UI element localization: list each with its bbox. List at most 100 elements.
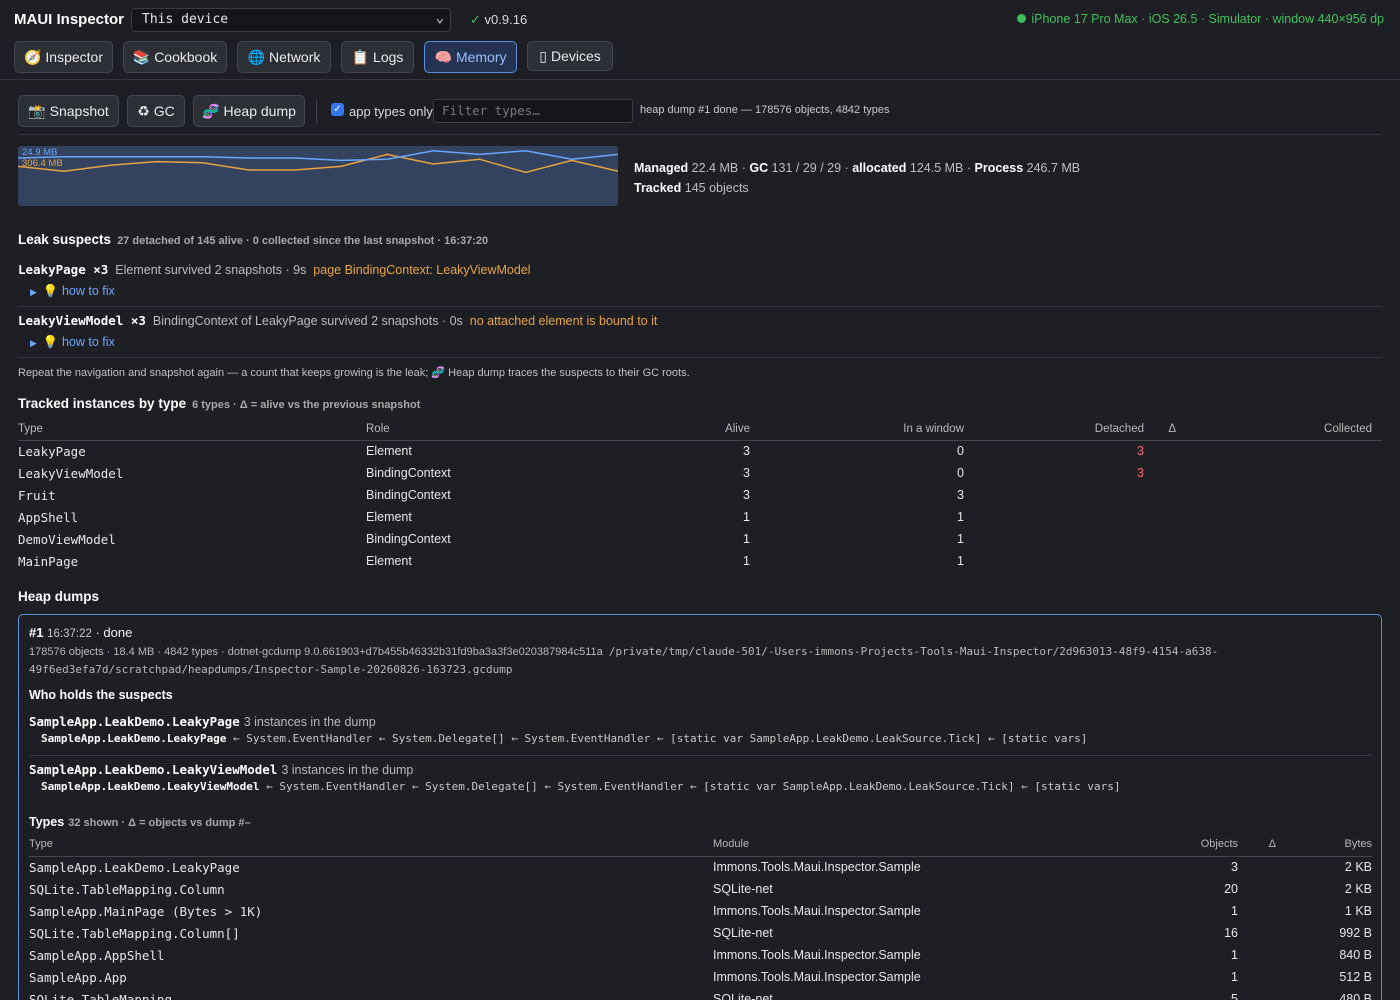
heap-types-table: Type Module Objects Δ Bytes SampleApp.Le… <box>29 838 1372 1000</box>
app-types-only-checkbox[interactable]: ✓ <box>331 103 344 116</box>
stats-line-2: Tracked 145 objects <box>634 178 1080 198</box>
how-to-fix-toggle[interactable]: ▶ 💡 how to fix <box>30 284 115 299</box>
type-cell: DemoViewModel <box>18 531 116 547</box>
suspect-detail: BindingContext of LeakyPage survived 2 s… <box>152 314 463 328</box>
device-info-text: iPhone 17 Pro Max · iOS 26.5 · Simulator… <box>1031 12 1384 26</box>
type-cell: LeakyPage <box>18 443 86 459</box>
col-collected[interactable]: Collected <box>1214 423 1382 441</box>
memory-sparkline <box>17 146 619 206</box>
table-row[interactable]: AppShell Element 1 1 <box>18 506 1382 528</box>
role-cell: BindingContext <box>366 488 451 502</box>
objects-cell: 5 <box>1231 992 1238 1000</box>
table-row[interactable]: SQLite.TableMapping SQLite-net 5 480 B <box>29 988 1372 1000</box>
col-delta[interactable]: Δ <box>1144 423 1214 441</box>
process-label: Process <box>974 161 1024 175</box>
table-row[interactable]: SampleApp.AppShell Immons.Tools.Maui.Insp… <box>29 944 1372 966</box>
lightbulb-icon: 💡 <box>42 335 59 349</box>
dump-time: 16:37:22 <box>47 628 92 640</box>
delta-cell <box>1144 550 1214 572</box>
alive-cell: 3 <box>743 488 750 502</box>
managed-label: Managed <box>634 161 689 175</box>
col-delta[interactable]: Δ <box>1238 838 1298 857</box>
col-objects[interactable]: Objects <box>1173 838 1238 857</box>
device-select[interactable]: This device ⌄ <box>131 8 451 32</box>
collected-cell <box>1214 462 1382 484</box>
detached-cell: 3 <box>1137 444 1144 459</box>
objects-cell: 16 <box>1224 926 1238 940</box>
in-window-cell: 3 <box>957 488 964 502</box>
sparkline-svg <box>17 150 619 174</box>
module-cell: SQLite-net <box>713 882 773 896</box>
gc-button[interactable]: ♻ GC <box>127 95 185 127</box>
how-to-fix-toggle[interactable]: ▶ 💡 how to fix <box>30 335 115 350</box>
memory-stats: Managed 22.4 MB · GC 131 / 29 / 29 · all… <box>634 158 1080 198</box>
managed-memory-line <box>17 150 619 162</box>
col-detached[interactable]: Detached <box>964 423 1144 441</box>
heap-dump-meta: 178576 objects · 18.4 MB · 4842 types · … <box>29 643 1279 679</box>
col-type[interactable]: Type <box>29 838 713 857</box>
heap-dump-button[interactable]: 🧬 Heap dump <box>193 95 305 127</box>
table-row[interactable]: LeakyPage Element 3 0 3 <box>18 440 1382 462</box>
heap-dump-label: Heap dump <box>223 103 296 119</box>
globe-icon: 🌐 <box>247 48 266 65</box>
tab-logs[interactable]: 📋 Logs <box>341 41 414 73</box>
table-row[interactable]: LeakyViewModel BindingContext 3 0 3 <box>18 462 1382 484</box>
tab-cookbook[interactable]: 📚 Cookbook <box>123 41 227 73</box>
module-cell: Immons.Tools.Maui.Inspector.Sample <box>713 970 921 984</box>
col-role[interactable]: Role <box>366 423 626 441</box>
delta-cell <box>1238 944 1298 966</box>
in-window-cell: 1 <box>957 510 964 524</box>
module-cell: SQLite-net <box>713 992 773 1000</box>
objects-cell: 1 <box>1231 948 1238 962</box>
tracked-value: 145 objects <box>684 181 749 195</box>
in-window-cell: 0 <box>957 444 964 459</box>
table-row[interactable]: MainPage Element 1 1 <box>18 550 1382 572</box>
snapshot-button[interactable]: 📸 Snapshot <box>18 95 119 127</box>
col-type[interactable]: Type <box>18 423 366 441</box>
allocated-value: 124.5 MB <box>909 161 964 175</box>
in-window-cell: 1 <box>957 554 964 568</box>
table-row[interactable]: SampleApp.MainPage (Bytes > 1K) Immons.To… <box>29 900 1372 922</box>
suspect-name: LeakyViewModel ×3 <box>18 313 146 328</box>
app-title: MAUI Inspector <box>14 11 125 28</box>
collected-cell <box>1214 506 1382 528</box>
module-cell: Immons.Tools.Maui.Inspector.Sample <box>713 904 921 918</box>
tracked-label: Tracked <box>634 181 682 195</box>
role-cell: BindingContext <box>366 466 451 480</box>
brain-icon: 🧠 <box>434 48 452 65</box>
how-to-fix-label: how to fix <box>61 284 115 298</box>
gc-label: GC <box>153 103 175 119</box>
filter-types-input[interactable]: Filter types… <box>433 99 633 123</box>
leak-suspects-subtitle: 27 detached of 145 alive · 0 collected s… <box>117 235 489 247</box>
tab-label: Logs <box>373 49 404 65</box>
bytes-cell: 992 B <box>1339 926 1372 940</box>
tab-network[interactable]: 🌐 Network <box>237 41 331 73</box>
types-title: Types <box>29 815 65 829</box>
leak-hint: Repeat the navigation and snapshot again… <box>18 367 690 379</box>
col-alive[interactable]: Alive <box>626 423 750 441</box>
table-row[interactable]: SampleApp.LeakDemo.LeakyPage Immons.Tools… <box>29 856 1372 878</box>
disclosure-triangle-icon: ▶ <box>30 287 37 297</box>
bytes-cell: 2 KB <box>1344 882 1372 896</box>
alive-cell: 1 <box>743 510 750 524</box>
detached-cell <box>964 528 1144 550</box>
tab-devices[interactable]: ▯ Devices <box>527 41 613 71</box>
leak-suspects-header: Leak suspects 27 detached of 145 alive · … <box>18 232 488 247</box>
suspect-name: LeakyPage ×3 <box>18 262 109 277</box>
objects-cell: 20 <box>1224 882 1238 896</box>
alive-cell: 3 <box>743 466 750 480</box>
leak-suspect-row: LeakyViewModel ×3 BindingContext of Leak… <box>18 313 657 328</box>
col-bytes[interactable]: Bytes <box>1298 838 1372 857</box>
table-row[interactable]: DemoViewModel BindingContext 1 1 <box>18 528 1382 550</box>
gc-stat-label: GC <box>749 161 769 175</box>
table-row[interactable]: SQLite.TableMapping.Column[] SQLite-net 16… <box>29 922 1372 944</box>
col-in-window[interactable]: In a window <box>750 423 964 441</box>
tab-memory[interactable]: 🧠 Memory <box>424 41 517 73</box>
table-row[interactable]: SampleApp.App Immons.Tools.Maui.Inspector… <box>29 966 1372 988</box>
table-row[interactable]: Fruit BindingContext 3 3 <box>18 484 1382 506</box>
tracked-title: Tracked instances by type <box>18 396 187 411</box>
tab-inspector[interactable]: 🧭 Inspector <box>14 41 113 73</box>
bytes-cell: 1 KB <box>1344 904 1372 918</box>
col-module[interactable]: Module <box>713 838 1173 857</box>
table-row[interactable]: SQLite.TableMapping.Column SQLite-net 20 2 … <box>29 878 1372 900</box>
